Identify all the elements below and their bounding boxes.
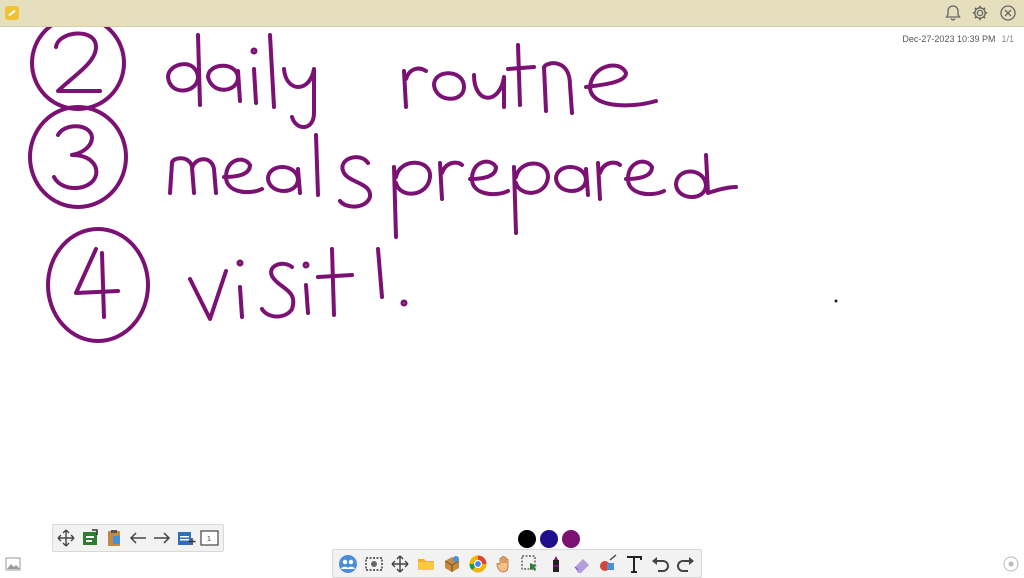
- stray-ink-dot: [834, 299, 838, 303]
- export-icon[interactable]: [79, 527, 101, 549]
- top-bar: [0, 0, 1024, 27]
- hand-icon[interactable]: [493, 553, 515, 575]
- browser-icon[interactable]: [467, 553, 489, 575]
- close-icon[interactable]: [999, 4, 1017, 22]
- item-4-number-circle: [46, 227, 150, 343]
- item-2-number-circle: [30, 27, 126, 111]
- redo-icon[interactable]: [675, 553, 697, 575]
- blue-pen-swatch[interactable]: [540, 530, 558, 548]
- purple-pen-swatch[interactable]: [562, 530, 580, 548]
- screenshot-icon[interactable]: [363, 553, 385, 575]
- pencil-app-icon[interactable]: [5, 6, 19, 20]
- page-toolbar: 1: [52, 524, 224, 552]
- whiteboard-canvas[interactable]: [0, 27, 1024, 576]
- marker-icon[interactable]: [545, 553, 567, 575]
- image-icon[interactable]: [5, 556, 21, 572]
- pan-icon[interactable]: [389, 553, 411, 575]
- undo-icon[interactable]: [649, 553, 671, 575]
- page-number: 1: [207, 536, 211, 543]
- back-arrow-icon[interactable]: [127, 527, 149, 549]
- black-pen-swatch[interactable]: [518, 530, 536, 548]
- participants-icon[interactable]: [337, 553, 359, 575]
- main-toolbar: [332, 549, 702, 578]
- item-4-handwriting: [188, 247, 408, 321]
- gear-icon[interactable]: [971, 4, 989, 22]
- item-3-handwriting: [168, 133, 738, 239]
- eraser-icon[interactable]: [571, 553, 593, 575]
- forward-arrow-icon[interactable]: [151, 527, 173, 549]
- recording-icon[interactable]: [1003, 556, 1019, 572]
- item-2-handwriting: [166, 33, 658, 129]
- add-page-icon[interactable]: [175, 527, 197, 549]
- select-icon[interactable]: [519, 553, 541, 575]
- shapes-icon[interactable]: [597, 553, 619, 575]
- move-icon[interactable]: [55, 527, 77, 549]
- text-icon[interactable]: [623, 553, 645, 575]
- bell-icon[interactable]: [944, 4, 962, 22]
- item-3-number-circle: [28, 105, 128, 209]
- folder-icon[interactable]: [415, 553, 437, 575]
- pen-color-palette: [518, 530, 580, 548]
- box-icon[interactable]: [441, 553, 463, 575]
- clipboard-icon[interactable]: [103, 527, 125, 549]
- page-icon[interactable]: 1: [199, 527, 221, 549]
